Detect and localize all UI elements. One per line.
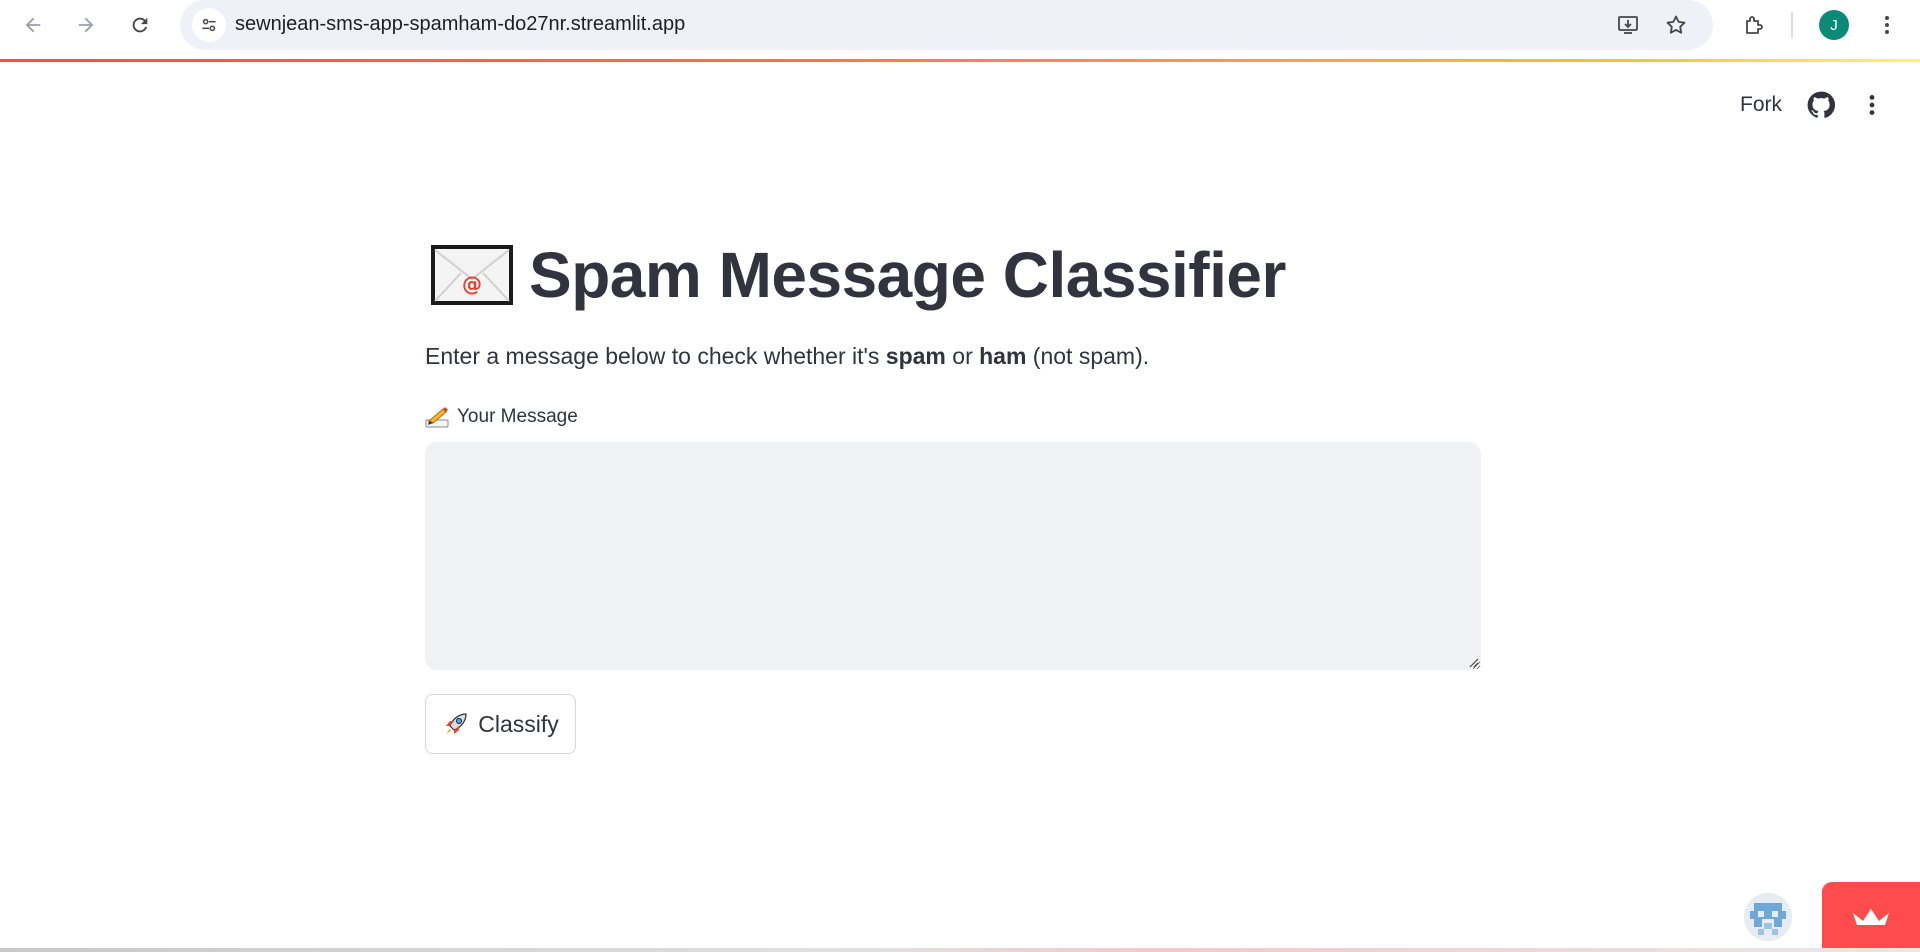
more-vertical-icon: [1885, 16, 1889, 34]
app-menu-button[interactable]: [1858, 91, 1886, 119]
message-input[interactable]: [425, 442, 1481, 670]
page-title: @ Spam Message Classifier: [425, 230, 1286, 320]
description-prefix: Enter a message below to check whether i…: [425, 343, 886, 369]
back-button[interactable]: [17, 9, 49, 41]
github-icon[interactable]: [1807, 91, 1835, 119]
reload-icon: [132, 17, 148, 33]
fork-button[interactable]: Fork: [1740, 93, 1782, 117]
envelope-icon: @: [431, 245, 513, 305]
streamlit-logo-icon: [1853, 909, 1889, 925]
rocket-icon: [446, 713, 467, 734]
star-icon: [1666, 15, 1686, 34]
page-description: Enter a message below to check whether i…: [425, 343, 1149, 370]
arrow-left-icon: [25, 17, 41, 33]
install-app-button[interactable]: [1613, 10, 1643, 40]
site-info-button[interactable]: [192, 8, 226, 42]
description-ham: ham: [979, 343, 1027, 369]
browser-toolbar: sewnjean-sms-app-spamham-do27nr.streamli…: [0, 0, 1920, 50]
browser-menu-button[interactable]: [1872, 10, 1902, 40]
pixel-avatar-icon: [1744, 893, 1792, 941]
classify-button-label: Classify: [478, 710, 559, 737]
title-text: Spam Message Classifier: [529, 239, 1286, 311]
url-text[interactable]: sewnjean-sms-app-spamham-do27nr.streamli…: [235, 13, 685, 36]
svg-text:@: @: [462, 272, 482, 296]
creator-avatar[interactable]: [1744, 893, 1792, 941]
streamlit-badge[interactable]: [1822, 882, 1920, 948]
tune-icon: [202, 18, 216, 32]
puzzle-icon: [1746, 16, 1763, 34]
more-vertical-icon: [1869, 95, 1875, 115]
extensions-button[interactable]: [1739, 10, 1769, 40]
arrow-right-icon: [78, 17, 94, 33]
description-or: or: [945, 343, 980, 369]
message-label: Your Message: [425, 405, 578, 429]
writing-hand-icon: [425, 407, 449, 428]
forward-button[interactable]: [70, 9, 102, 41]
message-label-text: Your Message: [457, 406, 578, 427]
resize-handle-icon[interactable]: [1469, 658, 1479, 668]
classify-button[interactable]: Classify: [425, 694, 576, 754]
taskbar-edge: [0, 948, 1920, 952]
description-spam: spam: [885, 343, 946, 369]
address-bar[interactable]: sewnjean-sms-app-spamham-do27nr.streamli…: [180, 0, 1713, 50]
reload-button[interactable]: [124, 9, 156, 41]
header-decoration: [0, 59, 1920, 62]
description-suffix: (not spam).: [1026, 343, 1150, 369]
bookmark-button[interactable]: [1661, 10, 1691, 40]
toolbar-divider: [1791, 12, 1793, 38]
install-app-icon: [1618, 16, 1638, 34]
profile-avatar[interactable]: J: [1819, 10, 1849, 40]
